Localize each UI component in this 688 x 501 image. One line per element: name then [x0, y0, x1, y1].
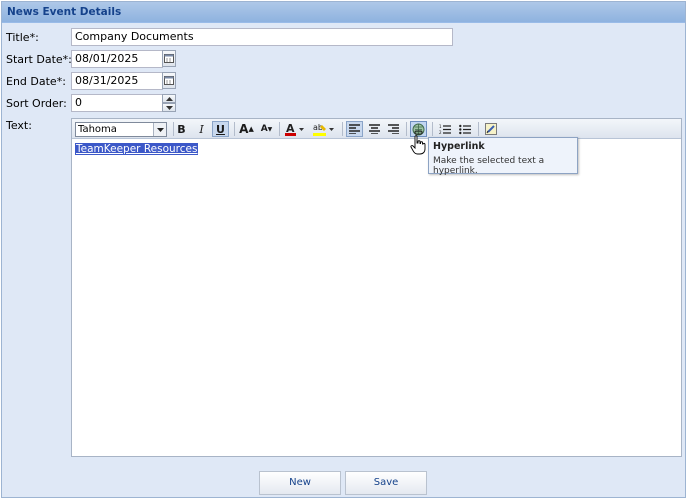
spinner-up-icon[interactable] [162, 94, 176, 103]
grow-font-button[interactable]: A ▲ [238, 121, 255, 137]
start-date-input[interactable]: 08/01/2025 [71, 50, 163, 68]
align-center-icon [369, 124, 380, 134]
toolbar-separator [342, 122, 343, 136]
font-name-value: Tahoma [78, 124, 117, 135]
save-button[interactable]: Save [345, 471, 427, 495]
align-right-icon [388, 124, 399, 134]
grow-font-label: A [239, 122, 249, 136]
toolbar-separator [279, 122, 280, 136]
chevron-down-icon [153, 123, 166, 136]
toolbar-separator [234, 122, 235, 136]
selected-link-text[interactable]: TeamKeeper Resources [75, 143, 199, 155]
toolbar-separator [432, 122, 433, 136]
calendar-icon [164, 54, 174, 63]
toolbar-separator [478, 122, 479, 136]
align-center-button[interactable] [366, 121, 383, 137]
align-left-button[interactable] [346, 121, 363, 137]
start-date-label: Start Date*: [6, 53, 72, 66]
sort-order-label: Sort Order: [6, 97, 67, 110]
source-edit-button[interactable] [482, 121, 499, 137]
ordered-list-icon: 12 [439, 124, 451, 135]
editor-toolbar: Tahoma B I U A ▲ A ▼ A ab 1 2 [72, 119, 681, 139]
hyperlink-icon [412, 123, 425, 135]
title-label: Title*: [6, 31, 39, 44]
spinner-down-icon[interactable] [162, 103, 176, 112]
italic-button[interactable]: I [193, 121, 210, 137]
font-color-button[interactable]: A [283, 121, 307, 137]
unordered-list-icon [458, 124, 471, 134]
end-date-input[interactable]: 08/31/2025 [71, 72, 163, 90]
highlight-button[interactable]: ab [311, 121, 337, 137]
news-event-details-panel: News Event Details Title*: Company Docum… [1, 1, 686, 498]
editor-content[interactable]: TeamKeeper Resources [75, 143, 199, 155]
panel-title: News Event Details [2, 2, 685, 23]
align-left-icon [349, 124, 360, 134]
underline-button[interactable]: U [212, 121, 229, 137]
sort-order-spinner[interactable] [162, 94, 176, 112]
end-date-label: End Date*: [6, 75, 66, 88]
shrink-font-button[interactable]: A ▼ [258, 121, 275, 137]
font-color-icon: A [285, 122, 304, 136]
svg-text:2: 2 [439, 130, 442, 135]
font-name-select[interactable]: Tahoma [75, 122, 167, 137]
highlight-icon: ab [313, 123, 334, 136]
hand-cursor-icon [410, 135, 426, 158]
unordered-list-button[interactable] [456, 121, 473, 137]
tooltip-body: Make the selected text a hyperlink. [433, 156, 545, 176]
ordered-list-button[interactable]: 12 [436, 121, 453, 137]
sort-order-input[interactable]: 0 [71, 94, 163, 112]
toolbar-separator [406, 122, 407, 136]
end-date-calendar-button[interactable] [162, 72, 176, 89]
tooltip-title: Hyperlink [433, 141, 485, 152]
align-right-button[interactable] [385, 121, 402, 137]
start-date-calendar-button[interactable] [162, 50, 176, 67]
source-edit-icon [484, 123, 497, 135]
text-label: Text: [6, 119, 32, 132]
title-input[interactable]: Company Documents [71, 28, 453, 46]
shrink-font-label: A [260, 124, 268, 134]
rich-text-editor[interactable]: Tahoma B I U A ▲ A ▼ A ab 1 2 TeamKeeper… [71, 118, 682, 457]
calendar-icon [164, 76, 174, 85]
new-button[interactable]: New [259, 471, 341, 495]
svg-text:1: 1 [439, 124, 442, 129]
hyperlink-tooltip: Hyperlink Make the selected text a hyper… [428, 137, 578, 176]
bold-button[interactable]: B [173, 121, 190, 137]
